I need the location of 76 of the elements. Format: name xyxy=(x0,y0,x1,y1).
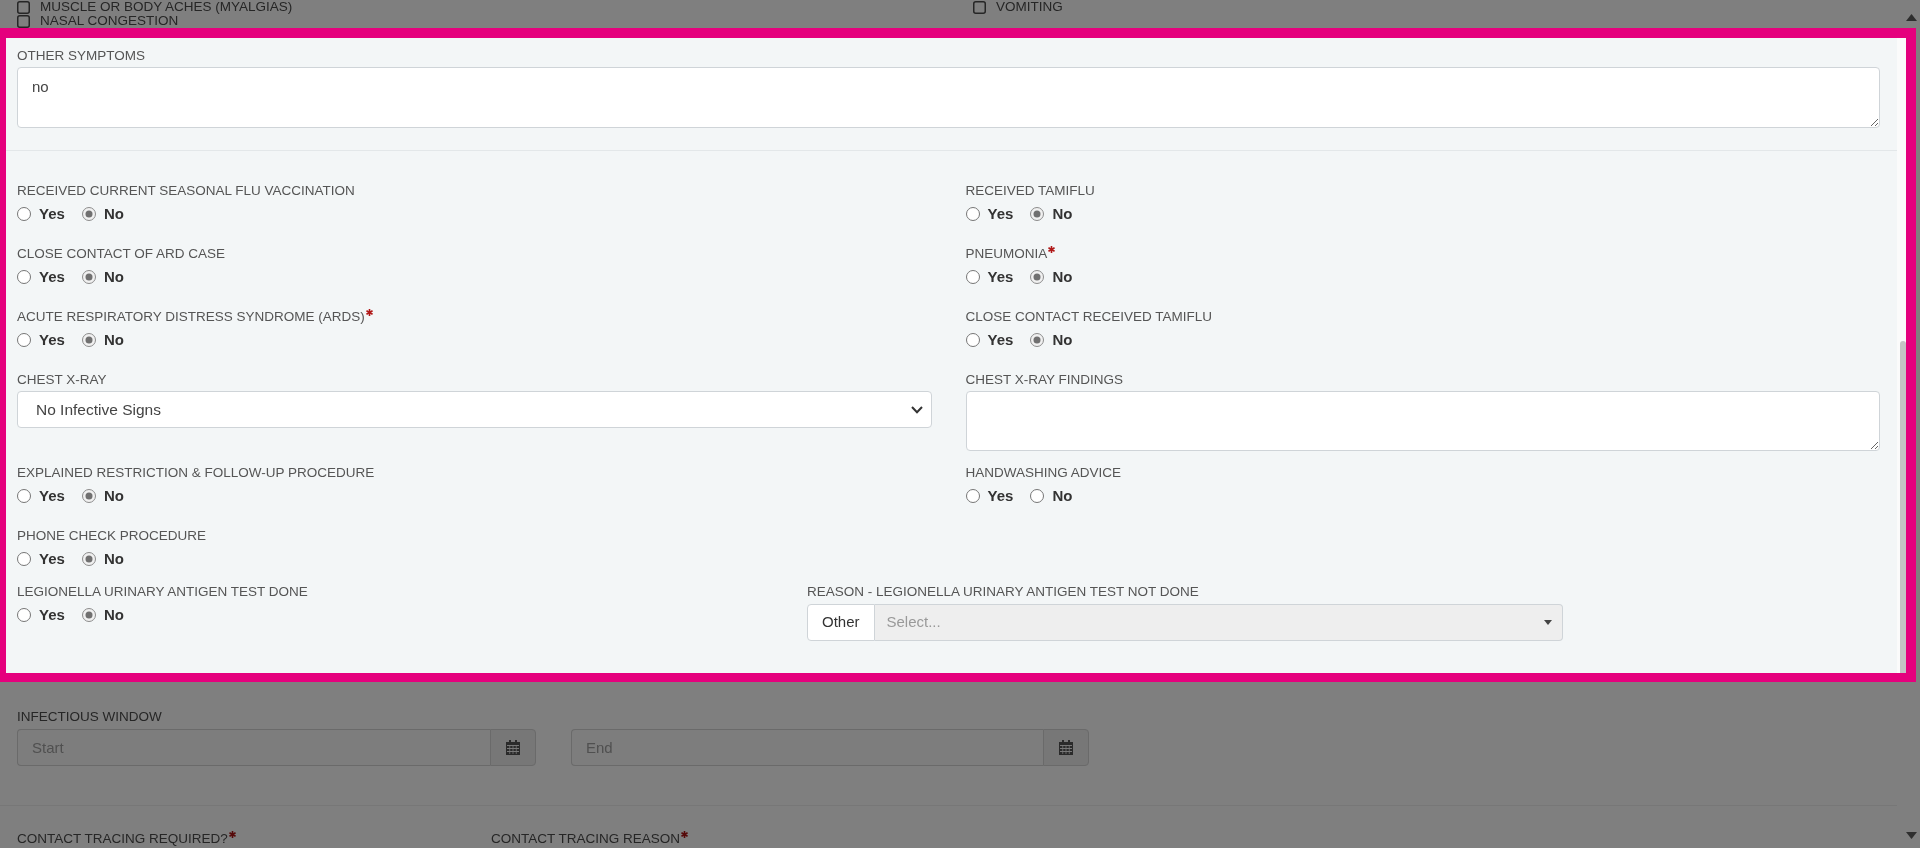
addon-label: Other xyxy=(807,604,875,641)
field-label: PHONE CHECK PROCEDURE xyxy=(17,527,207,545)
calendar-icon xyxy=(1059,740,1073,755)
select-field[interactable]: No Infective Signs xyxy=(17,391,932,428)
calendar-button[interactable] xyxy=(490,729,536,766)
radio-icon[interactable] xyxy=(1030,207,1045,221)
checkbox-option[interactable]: MUSCLE OR BODY ACHES (MYALGIAS) xyxy=(17,0,973,14)
field-label: INFECTIOUS WINDOW xyxy=(17,708,162,726)
text-area-field[interactable]: no xyxy=(17,67,1880,128)
field-label: REASON - LEGIONELLA URINARY ANTIGEN TEST NOT DONE xyxy=(807,583,1199,601)
radio-icon[interactable] xyxy=(965,207,980,221)
radio-icon[interactable] xyxy=(81,489,96,503)
field-label: CHEST X-RAY FINDINGS xyxy=(965,371,1124,389)
radio-icon[interactable] xyxy=(965,333,980,347)
radio-option[interactable]: Yes xyxy=(17,266,65,288)
radio-option[interactable]: Yes xyxy=(17,485,65,507)
checkbox-option[interactable]: NASAL CONGESTION xyxy=(17,14,973,28)
checkbox-icon[interactable] xyxy=(973,0,986,14)
radio-option[interactable]: Yes xyxy=(965,329,1014,351)
radio-icon[interactable] xyxy=(81,270,96,284)
field-label: OTHER SYMPTOMS xyxy=(17,47,145,65)
field-label: RECEIVED TAMIFLU xyxy=(965,182,1095,200)
radio-option[interactable]: No xyxy=(81,329,124,351)
field-label: CLOSE CONTACT RECEIVED TAMIFLU xyxy=(965,308,1213,326)
radio-option[interactable]: No xyxy=(1030,329,1073,351)
radio-icon[interactable] xyxy=(81,608,96,622)
down-arrow-icon[interactable] xyxy=(1906,832,1917,839)
radio-icon[interactable] xyxy=(965,270,980,284)
text-area-field[interactable] xyxy=(965,391,1880,451)
field-label: CONTACT TRACING REQUIRED? xyxy=(17,830,228,848)
radio-option[interactable]: Yes xyxy=(17,548,65,570)
field-label: CLOSE CONTACT OF ARD CASE xyxy=(17,245,226,263)
field-label: HANDWASHING ADVICE xyxy=(965,464,1122,482)
radio-option[interactable]: No xyxy=(1030,266,1073,288)
calendar-button[interactable] xyxy=(1043,729,1089,766)
radio-option[interactable]: Yes xyxy=(17,329,65,351)
up-arrow-icon[interactable] xyxy=(1906,14,1917,21)
chevron-down-icon xyxy=(910,405,923,414)
radio-option[interactable]: No xyxy=(81,485,124,507)
radio-icon[interactable] xyxy=(965,489,980,503)
radio-icon[interactable] xyxy=(81,333,96,347)
scrollbar-thumb[interactable] xyxy=(1900,341,1906,673)
field-label: EXPLAINED RESTRICTION & FOLLOW-UP PROCEDURE xyxy=(17,464,375,482)
radio-icon[interactable] xyxy=(1030,489,1045,503)
field-label: CHEST X-RAY xyxy=(17,371,107,389)
radio-option[interactable]: Yes xyxy=(965,485,1014,507)
checkbox-icon[interactable] xyxy=(17,14,30,28)
radio-icon[interactable] xyxy=(17,552,31,566)
radio-option[interactable]: No xyxy=(81,266,124,288)
field-label: RECEIVED CURRENT SEASONAL FLU VACCINATION xyxy=(17,182,355,200)
radio-icon[interactable] xyxy=(17,608,31,622)
radio-option[interactable]: No xyxy=(81,203,124,225)
radio-icon[interactable] xyxy=(17,207,31,221)
radio-option[interactable]: Yes xyxy=(965,203,1014,225)
radio-icon[interactable] xyxy=(1030,333,1045,347)
checkbox-option[interactable]: VOMITING xyxy=(973,0,1903,14)
radio-icon[interactable] xyxy=(17,270,31,284)
radio-option[interactable]: No xyxy=(81,548,124,570)
calendar-icon xyxy=(506,740,520,755)
radio-option[interactable]: Yes xyxy=(17,203,65,225)
checkbox-icon[interactable] xyxy=(17,0,30,14)
radio-icon[interactable] xyxy=(17,489,31,503)
field-label: ACUTE RESPIRATORY DISTRESS SYNDROME (ARDS) xyxy=(17,308,365,326)
radio-icon[interactable] xyxy=(1030,270,1045,284)
caret-down-icon xyxy=(1544,620,1552,625)
radio-icon[interactable] xyxy=(17,333,31,347)
radio-option[interactable]: No xyxy=(1030,203,1073,225)
radio-option[interactable]: Yes xyxy=(965,266,1014,288)
radio-option[interactable]: No xyxy=(81,604,124,626)
radio-icon[interactable] xyxy=(81,552,96,566)
field-label: CONTACT TRACING REASON xyxy=(491,830,681,848)
field-label: PNEUMONIA xyxy=(965,245,1048,263)
radio-icon[interactable] xyxy=(81,207,96,221)
field-label: LEGIONELLA URINARY ANTIGEN TEST DONE xyxy=(17,583,308,601)
radio-option[interactable]: Yes xyxy=(17,604,65,626)
radio-option[interactable]: No xyxy=(1030,485,1073,507)
